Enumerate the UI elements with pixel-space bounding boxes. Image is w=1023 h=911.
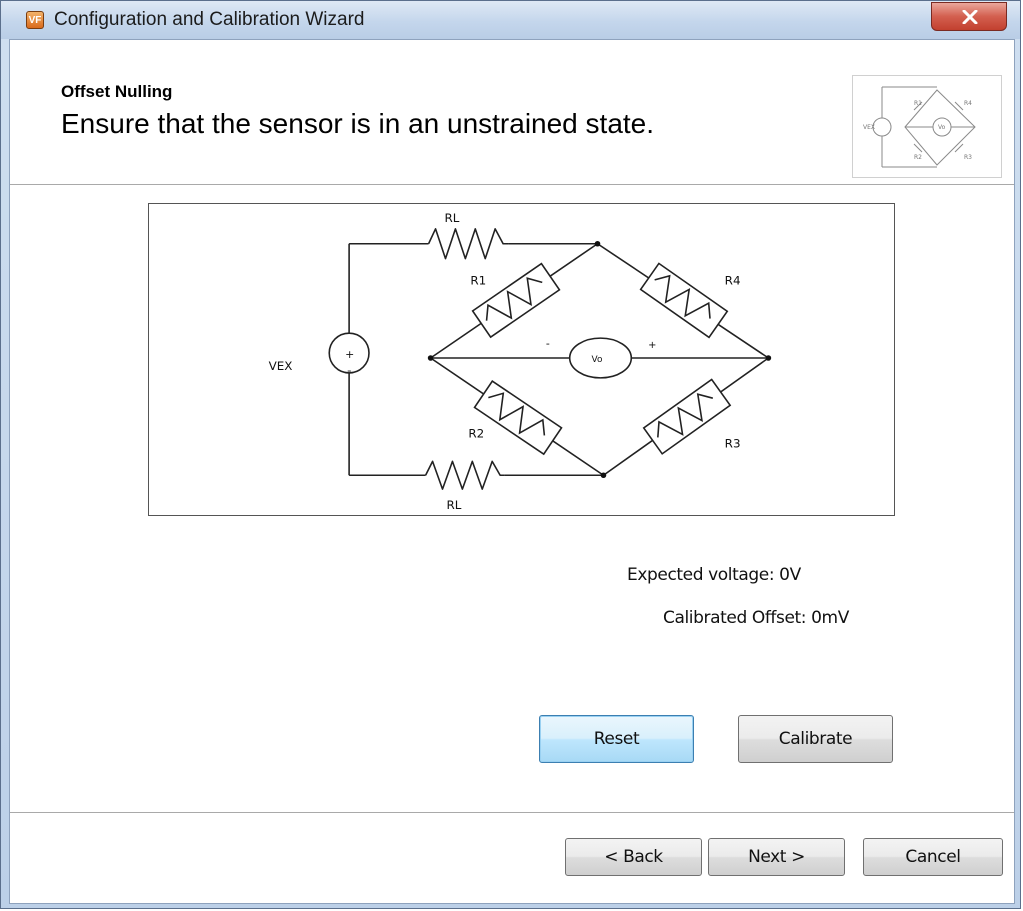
wheatstone-bridge-diagram: RL RL R1 R4 R2 R3 VEX + - - + Vo (148, 203, 895, 516)
vo-label: Vo (592, 355, 603, 365)
r3-label: R3 (725, 436, 741, 450)
thumb-r2-label: R2 (914, 154, 922, 161)
rl-bottom-label: RL (446, 498, 461, 512)
footer-divider (10, 812, 1014, 813)
close-button[interactable] (931, 2, 1007, 31)
vex-label: VEX (269, 359, 293, 373)
r1-label: R1 (470, 273, 486, 287)
title-bar[interactable]: VF Configuration and Calibration Wizard (1, 1, 1020, 39)
thumb-r3-label: R3 (964, 154, 972, 161)
rl-top-label: RL (444, 211, 459, 225)
reset-button[interactable]: Reset (539, 715, 694, 763)
meter-plus-sign: + (648, 340, 656, 351)
thumb-vex-label: VEX (863, 124, 875, 131)
thumb-vo-label: Vo (938, 124, 946, 131)
close-icon (962, 10, 978, 24)
source-minus-sign: - (347, 363, 351, 377)
app-icon: VF (26, 11, 44, 29)
window-title: Configuration and Calibration Wizard (54, 9, 365, 30)
expected-voltage-text: Expected voltage: 0V (627, 565, 801, 585)
wizard-body: Offset Nulling Ensure that the sensor is… (9, 39, 1015, 904)
step-title: Offset Nulling (61, 82, 173, 101)
meter-minus-sign: - (546, 337, 550, 350)
cancel-button[interactable]: Cancel (863, 838, 1003, 876)
step-description: Ensure that the sensor is in an unstrain… (61, 108, 655, 139)
calibrate-button[interactable]: Calibrate (738, 715, 893, 763)
thumb-r1-label: R1 (914, 100, 922, 107)
r4-label: R4 (725, 273, 741, 287)
wizard-header: Offset Nulling Ensure that the sensor is… (10, 40, 1014, 185)
bridge-thumbnail-icon: R1 R4 R2 R3 VEX Vo (852, 75, 1002, 178)
r2-label: R2 (468, 426, 484, 440)
calibrated-offset-text: Calibrated Offset: 0mV (663, 608, 849, 628)
wizard-window: VF Configuration and Calibration Wizard … (0, 0, 1021, 909)
next-button[interactable]: Next > (708, 838, 845, 876)
thumb-r4-label: R4 (964, 100, 972, 107)
back-button[interactable]: < Back (565, 838, 702, 876)
source-plus-sign: + (345, 348, 354, 361)
